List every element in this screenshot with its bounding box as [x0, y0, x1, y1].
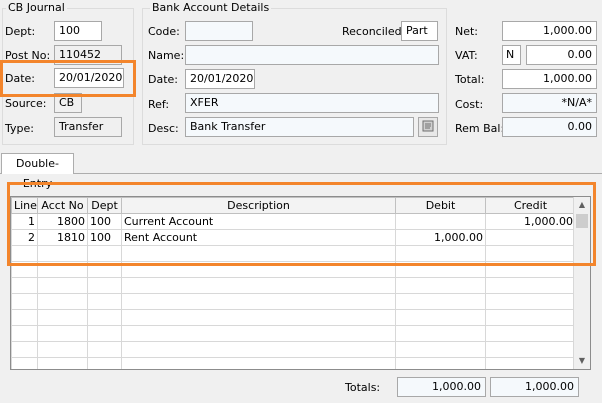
code-field[interactable]: [185, 21, 253, 41]
cell-credit[interactable]: [485, 229, 576, 246]
cb-journal-title: CB Journal: [6, 1, 67, 14]
cell-debit[interactable]: 1,000.00: [395, 229, 486, 246]
vat-code-field[interactable]: N: [502, 45, 521, 65]
double-entry-grid: Line Acct No Dept Description Debit Cred…: [10, 196, 591, 370]
tab-double-entry[interactable]: Double-Entry: [1, 153, 74, 190]
notepad-icon: [422, 120, 434, 135]
cell-acct[interactable]: 1800: [37, 213, 88, 230]
bank-date-field[interactable]: 20/01/2020: [185, 69, 255, 89]
table-row[interactable]: [11, 277, 576, 294]
desc-field[interactable]: Bank Transfer: [185, 117, 414, 137]
postno-label: Post No:: [5, 49, 51, 62]
table-header-row: Line Acct No Dept Description Debit Cred…: [11, 197, 576, 214]
scroll-up-icon[interactable]: ▲: [574, 197, 590, 213]
net-label: Net:: [455, 25, 479, 38]
dept-label: Dept:: [5, 25, 36, 38]
table-row[interactable]: [11, 293, 576, 310]
table-row[interactable]: [11, 341, 576, 358]
column-header-debit[interactable]: Debit: [395, 197, 486, 214]
type-field: Transfer: [54, 117, 122, 137]
table-row[interactable]: 1 1800 100 Current Account 1,000.00: [11, 213, 576, 230]
vat-field: 0.00: [526, 45, 597, 65]
ref-field[interactable]: XFER: [185, 93, 439, 113]
scroll-thumb[interactable]: [576, 214, 588, 228]
journal-date-field[interactable]: 20/01/2020: [54, 68, 124, 88]
cost-field: *N/A*: [502, 93, 597, 113]
rembal-field: 0.00: [502, 117, 597, 137]
reconciled-field: Part: [401, 21, 438, 41]
column-header-dept[interactable]: Dept: [87, 197, 122, 214]
cell-description[interactable]: Current Account: [121, 213, 396, 230]
cell-line[interactable]: 1: [11, 213, 38, 230]
credit-total-field: 1,000.00: [490, 377, 579, 397]
reconciled-label: Reconciled:: [342, 25, 406, 38]
table-row[interactable]: [11, 325, 576, 342]
table-row[interactable]: [11, 245, 576, 262]
dept-field[interactable]: 100: [54, 21, 102, 41]
rembal-label: Rem Bal:: [455, 122, 505, 135]
cell-line[interactable]: 2: [11, 229, 38, 246]
table-row[interactable]: [11, 261, 576, 278]
desc-label: Desc:: [148, 122, 179, 135]
cell-acct[interactable]: 1810: [37, 229, 88, 246]
source-label: Source:: [5, 97, 47, 110]
cell-debit[interactable]: [395, 213, 486, 230]
source-field: CB: [54, 93, 82, 113]
vertical-scrollbar[interactable]: ▲ ▼: [573, 197, 590, 369]
debit-total-field: 1,000.00: [397, 377, 486, 397]
entries-table: Line Acct No Dept Description Debit Cred…: [11, 197, 576, 369]
desc-lookup-button[interactable]: [418, 117, 438, 137]
column-header-line[interactable]: Line: [11, 197, 38, 214]
table-row[interactable]: [11, 309, 576, 326]
bank-name-field: [185, 45, 439, 65]
net-field: 1,000.00: [502, 21, 597, 41]
bank-date-label: Date:: [148, 73, 178, 86]
postno-field: 110452: [54, 45, 122, 65]
table-row[interactable]: 2 1810 100 Rent Account 1,000.00: [11, 229, 576, 246]
type-label: Type:: [5, 122, 34, 135]
column-header-acct[interactable]: Acct No: [37, 197, 88, 214]
table-row[interactable]: [11, 357, 576, 369]
column-header-description[interactable]: Description: [121, 197, 396, 214]
cost-label: Cost:: [455, 98, 484, 111]
totals-label: Totals:: [345, 381, 381, 394]
column-header-credit[interactable]: Credit: [485, 197, 576, 214]
journal-date-label: Date:: [5, 72, 35, 85]
vat-label: VAT:: [455, 49, 478, 62]
cell-dept[interactable]: 100: [87, 229, 122, 246]
total-label: Total:: [455, 73, 485, 86]
cell-credit[interactable]: 1,000.00: [485, 213, 576, 230]
total-field: 1,000.00: [502, 69, 597, 89]
code-label: Code:: [148, 25, 180, 38]
cell-dept[interactable]: 100: [87, 213, 122, 230]
name-label: Name:: [148, 49, 185, 62]
tab-strip-line: [0, 173, 602, 174]
cell-description[interactable]: Rent Account: [121, 229, 396, 246]
bank-details-title: Bank Account Details: [150, 1, 272, 14]
scroll-down-icon[interactable]: ▼: [574, 353, 590, 369]
ref-label: Ref:: [148, 98, 170, 111]
